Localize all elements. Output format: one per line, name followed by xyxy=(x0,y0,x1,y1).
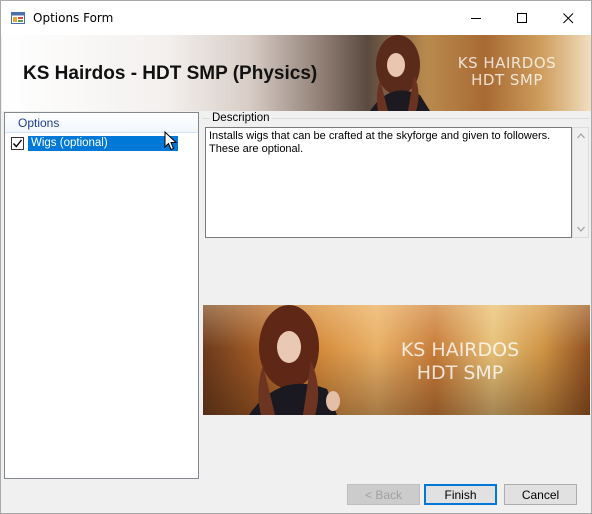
banner-logo-line1: KS HAIRDOS xyxy=(457,54,557,72)
banner-logo-line2: HDT SMP xyxy=(471,71,543,89)
options-group-header[interactable]: Options xyxy=(5,113,198,133)
description-text: Installs wigs that can be crafted at the… xyxy=(209,130,551,155)
description-legend: Description xyxy=(210,112,272,124)
option-item-wigs[interactable]: Wigs (optional) xyxy=(9,135,187,151)
options-form-window: Options Form KS Hairdos - HDT SMP (Physi… xyxy=(0,0,592,514)
option-label[interactable]: Wigs (optional) xyxy=(28,135,178,151)
maximize-button[interactable] xyxy=(499,1,545,35)
description-textbox[interactable]: Installs wigs that can be crafted at the… xyxy=(205,127,572,238)
options-list[interactable]: Options Wigs (optional) xyxy=(4,112,199,479)
options-header-label: Options xyxy=(18,116,60,130)
banner-title: KS Hairdos - HDT SMP (Physics) xyxy=(23,63,318,84)
title-bar[interactable]: Options Form xyxy=(1,1,591,35)
scroll-up-icon[interactable] xyxy=(575,130,587,142)
option-preview-image: KS HAIRDOS HDT SMP xyxy=(203,305,590,415)
cancel-button[interactable]: Cancel xyxy=(504,484,577,505)
maximize-icon xyxy=(516,12,527,23)
minimize-button[interactable] xyxy=(453,1,499,35)
scroll-down-icon[interactable] xyxy=(575,223,587,235)
preview-logo-line2: HDT SMP xyxy=(416,362,504,384)
checkmark-icon xyxy=(12,139,23,148)
mouse-cursor-icon xyxy=(164,131,178,151)
option-checkbox[interactable] xyxy=(11,136,24,150)
back-button[interactable]: < Back xyxy=(347,484,420,505)
description-scrollbar[interactable] xyxy=(572,127,589,238)
banner-character-image xyxy=(370,35,430,111)
banner-logo: KS HAIRDOS HDT SMP xyxy=(442,55,572,89)
preview-character-image xyxy=(249,305,340,415)
preview-logo: KS HAIRDOS HDT SMP xyxy=(385,339,535,385)
description-group: Description Installs wigs that can be cr… xyxy=(202,112,590,242)
preview-logo-line1: KS HAIRDOS xyxy=(400,339,520,361)
close-icon xyxy=(562,12,573,23)
close-button[interactable] xyxy=(545,1,591,35)
app-icon xyxy=(11,12,25,24)
header-banner: KS Hairdos - HDT SMP (Physics) KS HAIRDO… xyxy=(2,35,591,111)
finish-button[interactable]: Finish xyxy=(424,484,497,505)
window-title: Options Form xyxy=(33,11,114,25)
minimize-icon xyxy=(470,17,481,19)
